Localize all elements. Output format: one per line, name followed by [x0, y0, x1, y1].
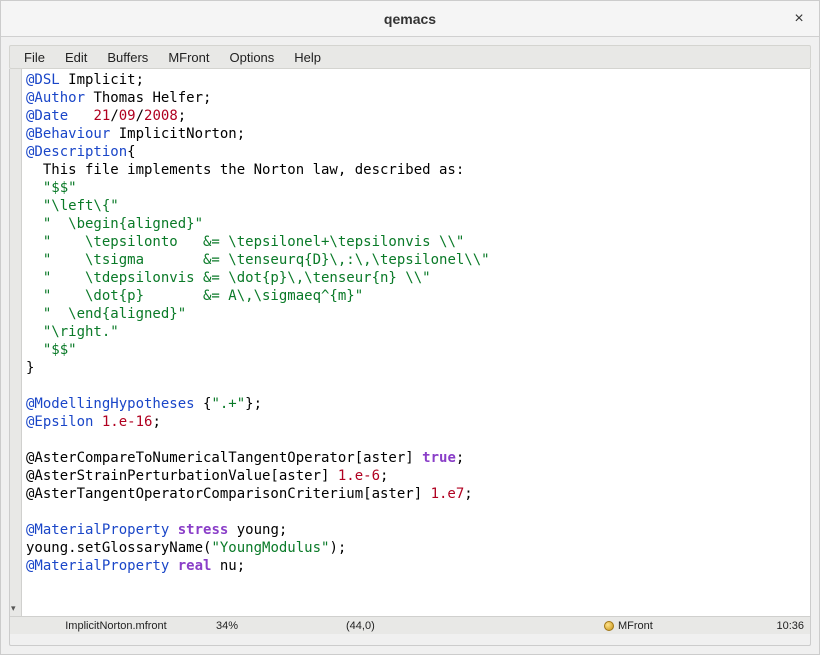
- menu-edit[interactable]: Edit: [55, 48, 97, 67]
- status-time: 10:36: [744, 620, 804, 632]
- menu-file[interactable]: File: [14, 48, 55, 67]
- status-mode: MFront: [604, 620, 744, 632]
- status-position: (44,0): [346, 620, 496, 632]
- status-mode-label: MFront: [618, 620, 653, 632]
- code-line[interactable]: " \tsigma &= \tenseurq{D}\,:\,\tepsilone…: [26, 251, 806, 269]
- code-line[interactable]: @Description{: [26, 143, 806, 161]
- code-line[interactable]: @DSL Implicit;: [26, 71, 806, 89]
- code-line[interactable]: " \tdepsilonvis &= \dot{p}\,\tenseur{n} …: [26, 269, 806, 287]
- code-line[interactable]: [26, 377, 806, 395]
- code-line[interactable]: [26, 503, 806, 521]
- menubar: File Edit Buffers MFront Options Help: [9, 45, 811, 69]
- code-line[interactable]: @AsterStrainPerturbationValue[aster] 1.e…: [26, 467, 806, 485]
- close-icon[interactable]: ×: [789, 10, 809, 28]
- code-line[interactable]: @Date 21/09/2008;: [26, 107, 806, 125]
- code-line[interactable]: " \end{aligned}": [26, 305, 806, 323]
- code-line[interactable]: @AsterCompareToNumericalTangentOperator[…: [26, 449, 806, 467]
- menu-mfront[interactable]: MFront: [158, 48, 219, 67]
- code-line[interactable]: " \begin{aligned}": [26, 215, 806, 233]
- window-titlebar: qemacs ×: [1, 1, 819, 37]
- code-line[interactable]: young.setGlossaryName("YoungModulus");: [26, 539, 806, 557]
- code-line[interactable]: @Author Thomas Helfer;: [26, 89, 806, 107]
- editor-gutter[interactable]: ▾: [10, 69, 22, 616]
- code-line[interactable]: "$$": [26, 341, 806, 359]
- code-line[interactable]: "$$": [26, 179, 806, 197]
- editor-scroll-area: ▾ @DSL Implicit;@Author Thomas Helfer;@D…: [10, 69, 810, 616]
- window-bottom-border: [9, 634, 811, 646]
- mode-indicator-icon: [604, 621, 614, 631]
- status-filename: ImplicitNorton.mfront: [16, 620, 216, 632]
- menu-options[interactable]: Options: [219, 48, 284, 67]
- menu-help[interactable]: Help: [284, 48, 331, 67]
- editor-window: ▾ @DSL Implicit;@Author Thomas Helfer;@D…: [9, 69, 811, 634]
- code-line[interactable]: @ModellingHypotheses {".+"};: [26, 395, 806, 413]
- code-line[interactable]: "\left\{": [26, 197, 806, 215]
- menu-buffers[interactable]: Buffers: [97, 48, 158, 67]
- code-line[interactable]: " \dot{p} &= A\,\sigmaeq^{m}": [26, 287, 806, 305]
- code-line[interactable]: @AsterTangentOperatorComparisonCriterium…: [26, 485, 806, 503]
- window-title: qemacs: [384, 11, 436, 27]
- code-line[interactable]: "\right.": [26, 323, 806, 341]
- status-bar: ImplicitNorton.mfront 34% (44,0) MFront …: [10, 616, 810, 634]
- code-line[interactable]: This file implements the Norton law, des…: [26, 161, 806, 179]
- code-line[interactable]: @Behaviour ImplicitNorton;: [26, 125, 806, 143]
- code-line[interactable]: }: [26, 359, 806, 377]
- code-editor[interactable]: @DSL Implicit;@Author Thomas Helfer;@Dat…: [22, 69, 810, 616]
- code-line[interactable]: @MaterialProperty stress young;: [26, 521, 806, 539]
- code-line[interactable]: @Epsilon 1.e-16;: [26, 413, 806, 431]
- scroll-down-icon[interactable]: ▾: [11, 603, 16, 614]
- status-percent: 34%: [216, 620, 346, 632]
- code-line[interactable]: " \tepsilonto &= \tepsilonel+\tepsilonvi…: [26, 233, 806, 251]
- code-line[interactable]: [26, 431, 806, 449]
- code-line[interactable]: @MaterialProperty real nu;: [26, 557, 806, 575]
